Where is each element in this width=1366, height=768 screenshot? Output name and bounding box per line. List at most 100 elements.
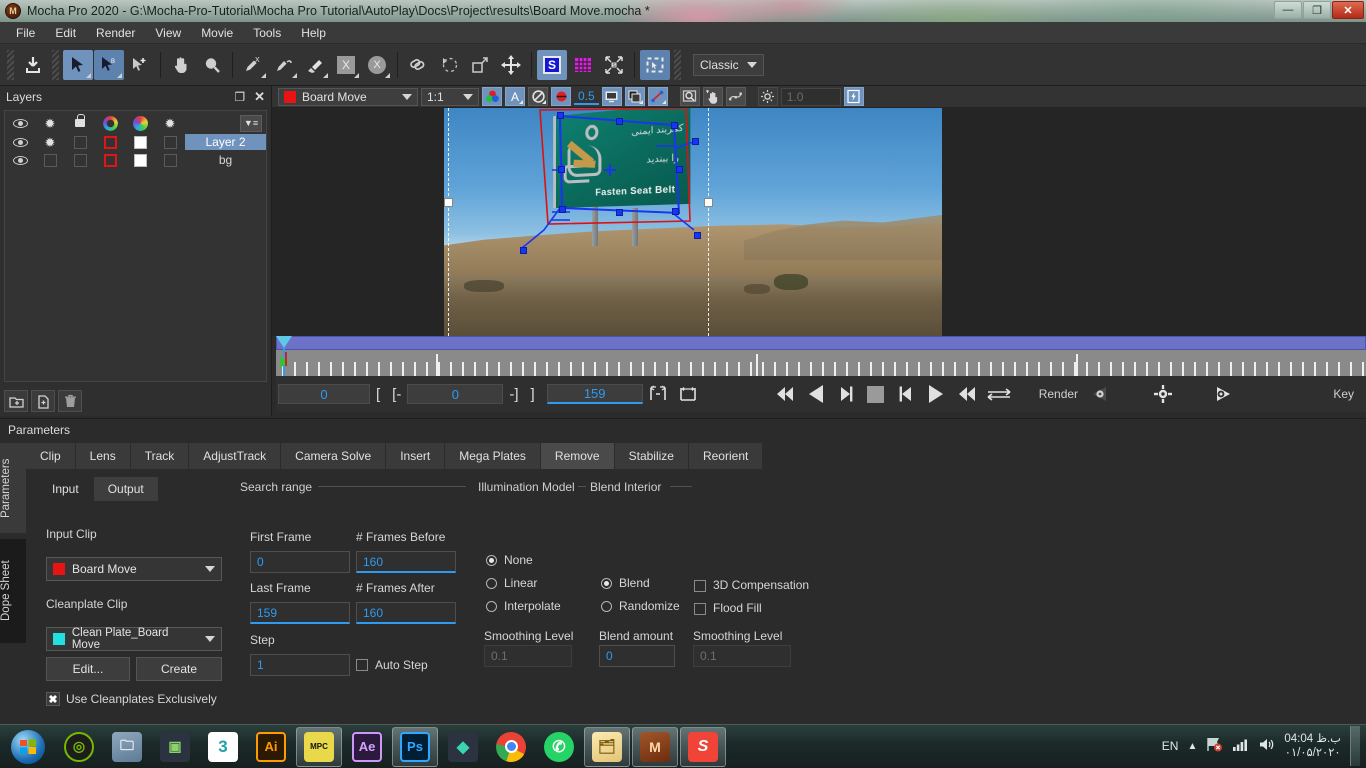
photoshop-icon[interactable]: Ps (392, 726, 438, 767)
playhead-marker[interactable] (276, 336, 292, 348)
tab-lens[interactable]: Lens (75, 443, 130, 469)
whatsapp-icon[interactable]: ✆ (536, 727, 582, 767)
frames-after-input[interactable]: 160 (356, 602, 456, 624)
row-lock-checkbox[interactable] (65, 135, 95, 149)
mesh-icon[interactable] (434, 50, 464, 80)
last-frame-input[interactable]: 159 (250, 602, 350, 624)
hand-nudge-icon[interactable] (702, 87, 723, 106)
step-back-icon[interactable] (831, 381, 861, 407)
track-handle[interactable] (559, 206, 566, 213)
restore-button[interactable]: ❐ (1303, 1, 1331, 19)
layers-stack-icon[interactable] (624, 87, 645, 106)
menu-render[interactable]: Render (86, 23, 145, 43)
step-forward-icon[interactable] (891, 381, 921, 407)
render-gear-icon[interactable] (1084, 381, 1114, 407)
in-frame-field[interactable]: 0 (407, 384, 504, 404)
pan-hand-icon[interactable] (166, 50, 196, 80)
roi-icon[interactable] (640, 49, 670, 80)
timeline-ruler[interactable] (276, 350, 1366, 376)
roi-right-edge[interactable] (708, 108, 709, 336)
illumination-smoothing-input[interactable]: 0.1 (484, 645, 572, 667)
windows-start-icon[interactable] (2, 727, 54, 767)
first-frame-icon[interactable] (771, 381, 801, 407)
create-button[interactable]: Create (136, 657, 222, 681)
layout-dropdown[interactable]: Classic (693, 53, 764, 76)
vtab-parameters[interactable]: Parameters (0, 443, 26, 533)
duplicate-layer-icon[interactable] (31, 390, 55, 412)
menu-movie[interactable]: Movie (191, 23, 243, 43)
light-value-field[interactable]: 1.0 (780, 87, 841, 106)
magnify-region-icon[interactable] (679, 87, 700, 106)
step-input[interactable]: 1 (250, 654, 350, 676)
gear-icon[interactable]: ✹ (35, 117, 65, 130)
gpu-icon[interactable] (843, 87, 864, 106)
3d-compensation-checkbox[interactable] (694, 580, 706, 592)
sidebar-item-bg[interactable]: bg (185, 152, 266, 168)
lock-icon[interactable] (65, 114, 95, 127)
track-handle[interactable] (694, 232, 701, 239)
show-hidden-icon[interactable]: ▲ (1187, 741, 1197, 752)
menu-tools[interactable]: Tools (243, 23, 291, 43)
zoom-magnifier-icon[interactable] (197, 50, 227, 80)
row-extra-checkbox[interactable] (155, 135, 185, 149)
row-gear-icon[interactable] (35, 153, 65, 167)
corner-pin-icon[interactable] (465, 50, 495, 80)
surface-icon[interactable]: S (537, 49, 567, 80)
track-handle[interactable] (671, 122, 678, 129)
fill-color-icon[interactable] (125, 115, 155, 131)
track-handle[interactable] (557, 112, 564, 119)
row-fill-swatch[interactable] (125, 135, 155, 149)
tab-remove[interactable]: Remove (540, 443, 614, 469)
interior-smoothing-input[interactable]: 0.1 (693, 645, 791, 667)
play-forward-icon[interactable] (921, 381, 951, 407)
clock[interactable]: 04:04 ب.ظ ۰۱/۰۵/۲۰۲۰ (1284, 732, 1341, 761)
preview-gear-icon[interactable] (1208, 381, 1238, 407)
folder-icon[interactable]: 🗂 (584, 726, 630, 767)
media-player-icon[interactable]: ▣ (152, 727, 198, 767)
language-indicator[interactable]: EN (1162, 739, 1179, 753)
outline-color-icon[interactable] (95, 115, 125, 131)
x-matte-icon[interactable]: X (331, 50, 361, 80)
after-effects-icon[interactable]: Ae (344, 727, 390, 767)
layer-gear-icon[interactable]: ✹ (155, 117, 185, 130)
in-frame-button[interactable]: [- (386, 386, 407, 403)
add-layer-icon[interactable] (4, 390, 28, 412)
track-handle[interactable] (558, 166, 565, 173)
subtab-input[interactable]: Input (38, 477, 93, 501)
add-point-tool-icon[interactable] (125, 50, 155, 80)
timeline-range-bar[interactable] (276, 336, 1366, 350)
eye-icon[interactable] (5, 118, 35, 128)
close-button[interactable]: ✕ (1332, 1, 1364, 19)
signal-icon[interactable] (1232, 738, 1249, 755)
filmora-icon[interactable]: ◆ (440, 727, 486, 767)
monitor-icon[interactable] (601, 87, 622, 106)
track-handle[interactable] (616, 118, 623, 125)
loop-icon[interactable] (981, 381, 1017, 407)
opacity-value[interactable]: 0.5 (574, 89, 599, 105)
panel-float-icon[interactable]: ❐ (234, 90, 245, 104)
last-frame-field[interactable]: 159 (546, 384, 643, 404)
vtab-dope-sheet[interactable]: Dope Sheet (0, 539, 26, 643)
roi-handle-right[interactable] (704, 198, 713, 207)
import-icon[interactable] (18, 50, 48, 80)
minimize-button[interactable]: — (1274, 1, 1302, 19)
frames-before-input[interactable]: 160 (356, 551, 456, 573)
nvidia-icon[interactable]: ◎ (56, 727, 102, 767)
snagit-icon[interactable]: S (680, 726, 726, 767)
menu-view[interactable]: View (145, 23, 191, 43)
spline-points-icon[interactable] (725, 87, 746, 106)
tab-clip[interactable]: Clip (26, 443, 75, 469)
row-visibility-icon[interactable] (5, 137, 35, 147)
blend-amount-input[interactable]: 0 (599, 645, 675, 667)
table-row[interactable]: ✹ Layer 2 (5, 133, 266, 151)
row-outline-swatch[interactable] (95, 153, 125, 167)
tab-adjusttrack[interactable]: AdjustTrack (189, 443, 281, 469)
viewer-canvas[interactable]: کمربند ایمنی را ببندید Fasten Seat Belt (272, 108, 1366, 336)
tab-camera-solve[interactable]: Camera Solve (281, 443, 386, 469)
subtab-output[interactable]: Output (93, 477, 158, 501)
out-frame-button[interactable]: -] (503, 386, 524, 403)
brightness-icon[interactable] (757, 87, 778, 106)
menu-help[interactable]: Help (291, 23, 336, 43)
illustrator-icon[interactable]: Ai (248, 727, 294, 767)
blend-radio-randomize[interactable] (601, 601, 612, 612)
